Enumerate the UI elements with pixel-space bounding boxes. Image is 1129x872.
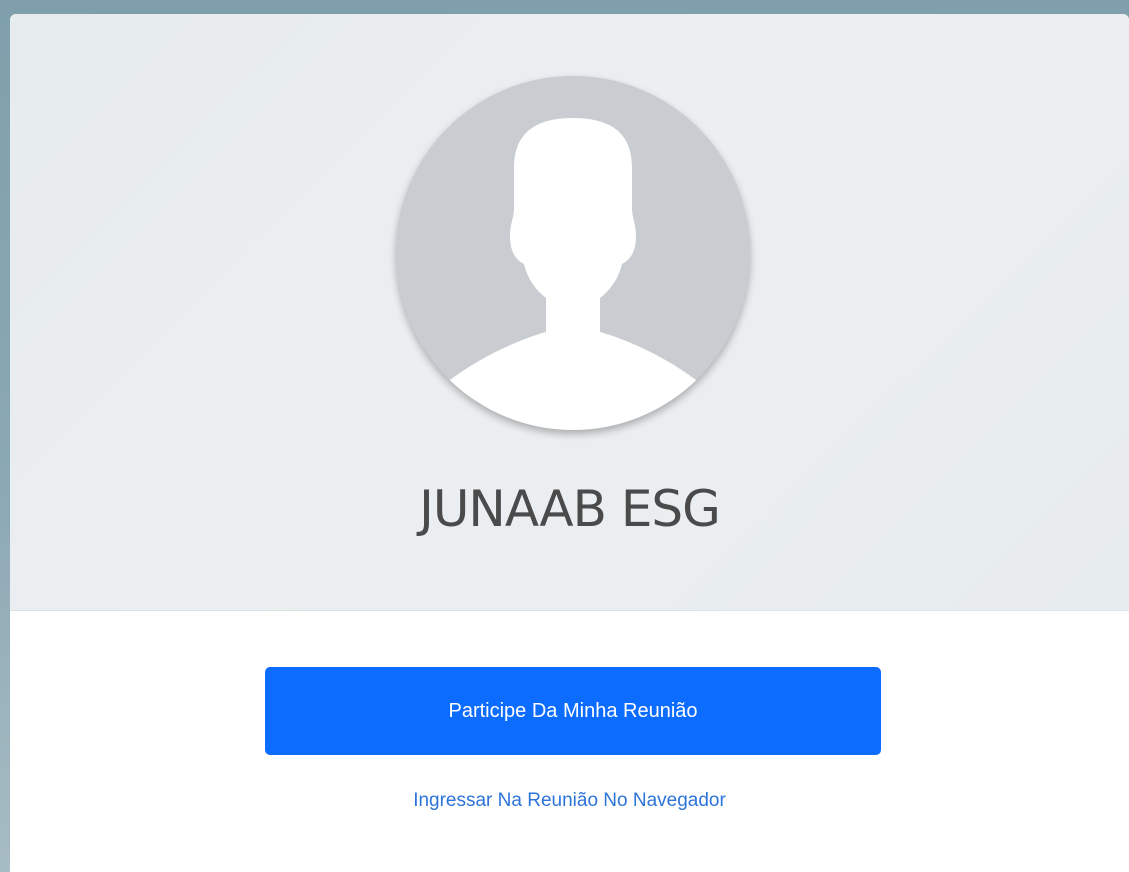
avatar (396, 76, 750, 430)
join-from-browser-link[interactable]: Ingressar Na Reunião No Navegador (10, 790, 1129, 812)
join-meeting-button[interactable]: Participe Da Minha Reunião (265, 667, 881, 755)
person-silhouette-icon (396, 76, 750, 430)
profile-name: JUNAAB ESG (419, 480, 721, 538)
profile-header: JUNAAB ESG (10, 14, 1129, 611)
meeting-card: JUNAAB ESG Participe Da Minha Reunião In… (10, 14, 1129, 872)
